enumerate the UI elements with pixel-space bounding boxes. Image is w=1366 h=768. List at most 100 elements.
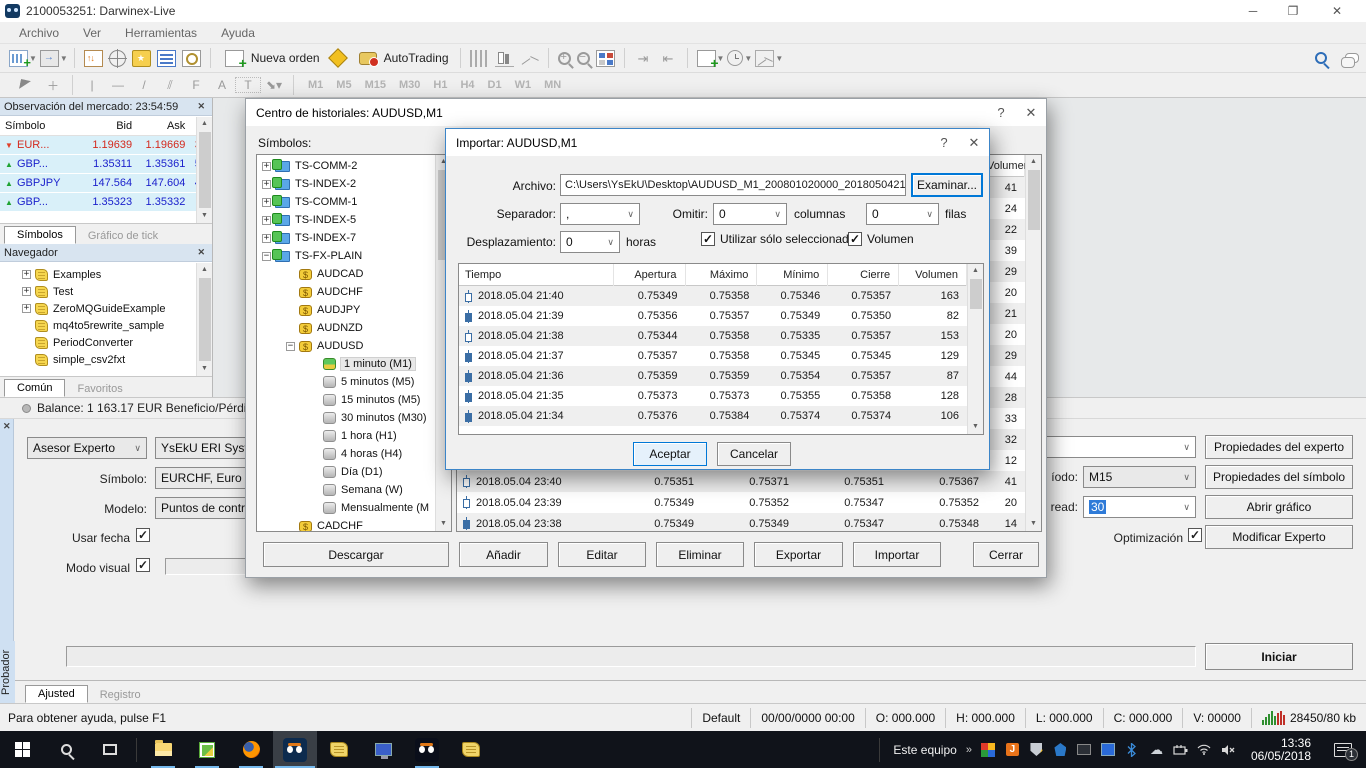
history-tree-item[interactable]: AUDCAD	[257, 265, 435, 283]
timeframe-button[interactable]: M15	[365, 79, 386, 91]
import-data-row[interactable]: 2018.05.04 21:40 0.75349 0.75358 0.75346…	[459, 286, 967, 306]
close-icon[interactable]: ✕	[194, 101, 208, 112]
tray-expand-icon[interactable]: »	[966, 744, 972, 756]
taskbar-metaeditor[interactable]	[185, 731, 229, 768]
tab-simbolos[interactable]: Símbolos	[4, 226, 76, 244]
tester-vertical-tab[interactable]: Probador	[0, 641, 15, 703]
strategy-tester-icon[interactable]	[182, 50, 201, 67]
import-data-row[interactable]: 2018.05.04 21:36 0.75359 0.75359 0.75354…	[459, 366, 967, 386]
navigator-item[interactable]: simple_csv2fxt	[0, 351, 212, 368]
history-row[interactable]: 2018.05.04 23:38 0.75349 0.75349 0.75347…	[457, 513, 1025, 531]
volume-checkbox[interactable]: ✓Volumen	[848, 232, 914, 246]
new-chart-icon[interactable]	[9, 50, 28, 67]
expand-toggle[interactable]: +	[22, 304, 31, 313]
timeframe-button[interactable]: H1	[433, 79, 447, 91]
import-data-row[interactable]: 2018.05.04 21:34 0.75376 0.75384 0.75374…	[459, 406, 967, 426]
column-header[interactable]: Máximo	[686, 264, 758, 286]
expand-toggle[interactable]	[286, 288, 295, 297]
symbol-properties-button[interactable]: Propiedades del símbolo	[1205, 465, 1353, 489]
expand-toggle[interactable]	[310, 432, 319, 441]
close-icon[interactable]: ✕	[194, 247, 208, 258]
download-button[interactable]: Descargar	[263, 542, 449, 567]
history-tree-item[interactable]: AUDCHF	[257, 283, 435, 301]
taskbar-metatrader-live[interactable]	[273, 731, 317, 768]
remote-tray-icon[interactable]	[1101, 742, 1116, 757]
edit-button[interactable]: Editar	[558, 542, 646, 567]
expert-type-select[interactable]: Asesor Experto∨	[27, 437, 147, 459]
cursor-tool-icon[interactable]	[19, 79, 31, 91]
navigator-item[interactable]: mq4to5rewrite_sample	[0, 317, 212, 334]
history-tree-item[interactable]: 1 minuto (M1)	[257, 355, 435, 373]
tab-comun[interactable]: Común	[4, 379, 65, 397]
market-watch-row[interactable]: GBP... 1.35311 1.35361 50	[0, 155, 212, 173]
help-icon[interactable]: ?	[929, 135, 959, 150]
text-tool-icon[interactable]: A	[209, 78, 235, 92]
history-tree-item[interactable]: CADCHF	[257, 517, 435, 531]
history-tree-item[interactable]: AUDJPY	[257, 301, 435, 319]
expand-toggle[interactable]	[310, 396, 319, 405]
skip-columns-select[interactable]: 0∨	[713, 203, 787, 225]
search-icon[interactable]	[1315, 52, 1327, 64]
expand-toggle[interactable]	[310, 414, 319, 423]
tab-ajustado[interactable]: Ajusted	[25, 685, 88, 703]
expand-toggle[interactable]: +	[262, 198, 271, 207]
separator-select[interactable]: ,∨	[560, 203, 640, 225]
start-button[interactable]: Iniciar	[1205, 643, 1353, 670]
task-view-button[interactable]	[88, 731, 132, 768]
open-chart-button[interactable]: Abrir gráfico	[1205, 495, 1353, 519]
expand-toggle[interactable]	[286, 522, 295, 531]
column-header[interactable]: Volumen	[899, 264, 967, 286]
candlestick-chart-icon[interactable]	[495, 50, 514, 67]
menu-item[interactable]: Ver	[72, 26, 112, 40]
taskbar-metatrader-dark[interactable]	[405, 731, 449, 768]
tester-extra-select[interactable]: ∨	[1046, 436, 1196, 458]
history-tree-item[interactable]: + TS-INDEX-7	[257, 229, 435, 247]
accept-button[interactable]: Aceptar	[633, 442, 707, 466]
zoom-in-icon[interactable]: +	[558, 52, 571, 65]
market-watch-row[interactable]: GBPJPY 147.564 147.604 40	[0, 174, 212, 192]
timeframe-button[interactable]: MN	[544, 79, 561, 91]
metaeditor-icon[interactable]	[328, 48, 348, 68]
tab-registro[interactable]: Registro	[88, 687, 153, 703]
history-tree-item[interactable]: + TS-COMM-1	[257, 193, 435, 211]
modify-expert-button[interactable]: Modificar Experto	[1205, 525, 1353, 549]
data-window-icon[interactable]	[109, 50, 126, 67]
expand-toggle[interactable]: +	[262, 180, 271, 189]
import-data-row[interactable]: 2018.05.04 21:38 0.75344 0.75358 0.75335…	[459, 326, 967, 346]
chat-icon[interactable]	[1345, 53, 1359, 63]
timeframe-button[interactable]: W1	[515, 79, 532, 91]
navigator-scrollbar[interactable]: ▲▼	[196, 263, 212, 376]
history-tree-item[interactable]: 5 minutos (M5)	[257, 373, 435, 391]
bar-chart-icon[interactable]	[470, 50, 489, 67]
minimize-button[interactable]: ─	[1236, 0, 1270, 22]
timeframe-button[interactable]: H4	[460, 79, 474, 91]
history-tree-item[interactable]: + TS-COMM-2	[257, 157, 435, 175]
defender-tray-icon[interactable]	[1053, 742, 1068, 757]
use-selected-checkbox[interactable]: ✓Utilizar sólo seleccionados	[701, 232, 861, 246]
expand-toggle[interactable]	[22, 321, 31, 330]
navigator-item[interactable]: + ZeroMQGuideExample	[0, 300, 212, 317]
spread-select[interactable]: 30∨	[1083, 496, 1196, 518]
expand-toggle[interactable]	[310, 468, 319, 477]
menu-item[interactable]: Herramientas	[114, 26, 208, 40]
history-row[interactable]: 2018.05.04 23:40 0.75351 0.75371 0.75351…	[457, 471, 1025, 492]
optimization-checkbox[interactable]: ✓	[1188, 528, 1202, 542]
history-tree-item[interactable]: + TS-INDEX-2	[257, 175, 435, 193]
navigator-item[interactable]: PeriodConverter	[0, 334, 212, 351]
history-tree-item[interactable]: + TS-INDEX-5	[257, 211, 435, 229]
history-tree-item[interactable]: Semana (W)	[257, 481, 435, 499]
tab-favoritos[interactable]: Favoritos	[65, 381, 134, 397]
history-tree-item[interactable]: 15 minutos (M5)	[257, 391, 435, 409]
taskbar-search-button[interactable]	[44, 731, 88, 768]
volume-muted-icon[interactable]	[1221, 742, 1236, 757]
label-tool-icon[interactable]: T	[235, 77, 261, 93]
wifi-icon[interactable]	[1197, 742, 1212, 757]
navigator-item[interactable]: + Examples	[0, 266, 212, 283]
tab-grafico-de-tick[interactable]: Gráfico de tick	[76, 228, 170, 244]
onedrive-cloud-icon[interactable]: ☁	[1149, 742, 1164, 757]
menu-item[interactable]: Ayuda	[210, 26, 266, 40]
templates-icon[interactable]	[755, 50, 774, 67]
auto-scroll-icon[interactable]: ⇥	[634, 50, 653, 67]
close-button[interactable]: ✕	[1320, 0, 1354, 22]
autotrading-button[interactable]: AutoTrading	[351, 46, 454, 70]
